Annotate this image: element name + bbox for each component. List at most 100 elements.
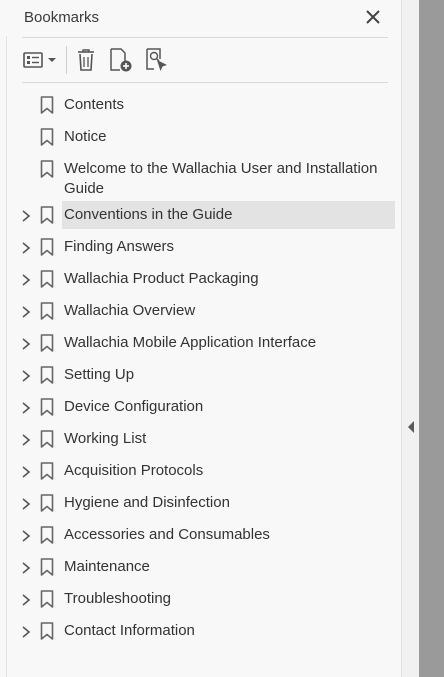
bookmark-icon [40,558,54,576]
bookmark-item[interactable]: Welcome to the Wallachia User and Instal… [14,156,398,197]
bookmark-item[interactable]: Hygiene and Disinfection [14,490,398,518]
bookmark-label: Contents [64,96,125,113]
bookmark-label: Contact Information [64,622,195,639]
chevron-right-icon[interactable] [18,400,34,416]
chevron-right-icon[interactable] [18,624,34,640]
bookmark-label: Accessories and Consumables [64,526,270,543]
close-button[interactable] [362,6,384,28]
bookmark-label: Wallachia Overview [64,302,196,319]
bookmark-label: Notice [64,128,107,145]
bookmark-label-area[interactable]: Finding Answers [62,233,395,261]
bookmark-label: Acquisition Protocols [64,462,204,479]
find-current-bookmark-icon [146,48,167,71]
bookmark-label-area[interactable]: Wallachia Product Packaging [62,265,395,293]
bookmark-label-area[interactable]: Device Configuration [62,393,395,421]
bookmark-label-area[interactable]: Notice [62,123,395,151]
bookmark-icon [40,128,54,146]
bookmark-label-area[interactable]: Acquisition Protocols [62,457,395,485]
collapse-arrow-icon[interactable] [408,421,414,433]
bookmark-icon [40,622,54,640]
bookmark-item[interactable]: Contact Information [14,618,398,646]
bookmark-item[interactable]: Working List [14,426,398,454]
bookmark-icon [40,160,54,178]
bookmark-label: Wallachia Product Packaging [64,270,259,287]
bookmark-icon [40,462,54,480]
bookmark-label-area[interactable]: Contact Information [62,617,395,645]
bookmark-label: Device Configuration [64,398,204,415]
find-current-bookmark-button[interactable] [144,46,170,74]
chevron-right-icon[interactable] [18,336,34,352]
bookmark-label-area[interactable]: Contents [62,91,395,119]
chevron-right-icon[interactable] [18,496,34,512]
bookmark-icon [40,494,54,512]
bookmark-icon [40,334,54,352]
new-bookmark-button[interactable] [108,46,134,74]
bookmark-label: Finding Answers [64,238,175,255]
bookmark-icon [40,302,54,320]
bookmark-icon [40,430,54,448]
bookmark-item[interactable]: Acquisition Protocols [14,458,398,486]
bookmark-label-area[interactable]: Setting Up [62,361,395,389]
bookmark-label: Hygiene and Disinfection [64,494,230,511]
bookmark-label: Wallachia Mobile Application Interface [64,334,317,351]
panel-splitter[interactable] [401,0,419,677]
bookmark-label: Troubleshooting [64,590,172,607]
chevron-right-icon[interactable] [18,240,34,256]
bookmark-item[interactable]: Wallachia Overview [14,298,398,326]
bookmark-label-area[interactable]: Welcome to the Wallachia User and Instal… [62,155,395,203]
bookmark-item[interactable]: Device Configuration [14,394,398,422]
bookmark-label-area[interactable]: Accessories and Consumables [62,521,395,549]
chevron-right-icon[interactable] [18,592,34,608]
bookmark-label-area[interactable]: Hygiene and Disinfection [62,489,395,517]
options-menu-button[interactable] [22,46,60,74]
bookmark-label-area[interactable]: Maintenance [62,553,395,581]
bookmark-item[interactable]: Finding Answers [14,234,398,262]
bookmark-icon [40,590,54,608]
bookmark-label: Working List [64,430,147,447]
chevron-right-icon[interactable] [18,304,34,320]
bookmarks-panel: Bookmarks Contents Notice Welcome to the… [0,0,401,677]
chevron-right-icon[interactable] [18,464,34,480]
bookmark-icon [40,96,54,114]
bookmark-icon [40,238,54,256]
bookmark-item[interactable]: Maintenance [14,554,398,582]
bookmark-label-area[interactable]: Wallachia Mobile Application Interface [62,329,395,357]
bookmark-item[interactable]: Notice [14,124,398,152]
trash-icon [78,49,94,71]
close-icon [366,10,380,24]
toolbar-divider [66,46,67,74]
new-bookmark-icon [110,48,132,72]
bookmark-label-area[interactable]: Wallachia Overview [62,297,395,325]
bookmark-icon [40,398,54,416]
bookmark-label: Setting Up [64,366,135,383]
chevron-right-icon[interactable] [18,368,34,384]
bookmark-label-area[interactable]: Working List [62,425,395,453]
bookmark-label-area[interactable]: Conventions in the Guide [62,201,395,229]
toolbar-divider-line [22,82,388,83]
chevron-right-icon[interactable] [18,528,34,544]
bookmark-item[interactable]: Conventions in the Guide [14,201,398,230]
list-options-icon [23,52,56,68]
delete-bookmark-button[interactable] [76,46,98,74]
bookmark-item[interactable]: Accessories and Consumables [14,522,398,550]
bookmark-icon [40,270,54,288]
bookmark-item[interactable]: Contents [14,92,398,120]
chevron-right-icon[interactable] [18,560,34,576]
bookmark-item[interactable]: Setting Up [14,362,398,390]
bookmark-label: Conventions in the Guide [64,206,233,223]
chevron-right-icon[interactable] [18,208,34,224]
chevron-right-icon[interactable] [18,432,34,448]
bookmark-item[interactable]: Wallachia Product Packaging [14,266,398,294]
bookmark-item[interactable]: Wallachia Mobile Application Interface [14,330,398,358]
bookmark-label: Maintenance [64,558,150,575]
bookmark-item[interactable]: Troubleshooting [14,586,398,614]
chevron-right-icon[interactable] [18,272,34,288]
panel-title: Bookmarks [24,9,100,26]
bookmark-icon [40,366,54,384]
bookmark-icon [40,206,54,224]
bookmark-icon [40,526,54,544]
panel-edge [6,36,7,677]
header-divider [22,37,388,38]
bookmark-label-area[interactable]: Troubleshooting [62,585,395,613]
bookmark-label: Welcome to the Wallachia User and Instal… [64,160,378,197]
